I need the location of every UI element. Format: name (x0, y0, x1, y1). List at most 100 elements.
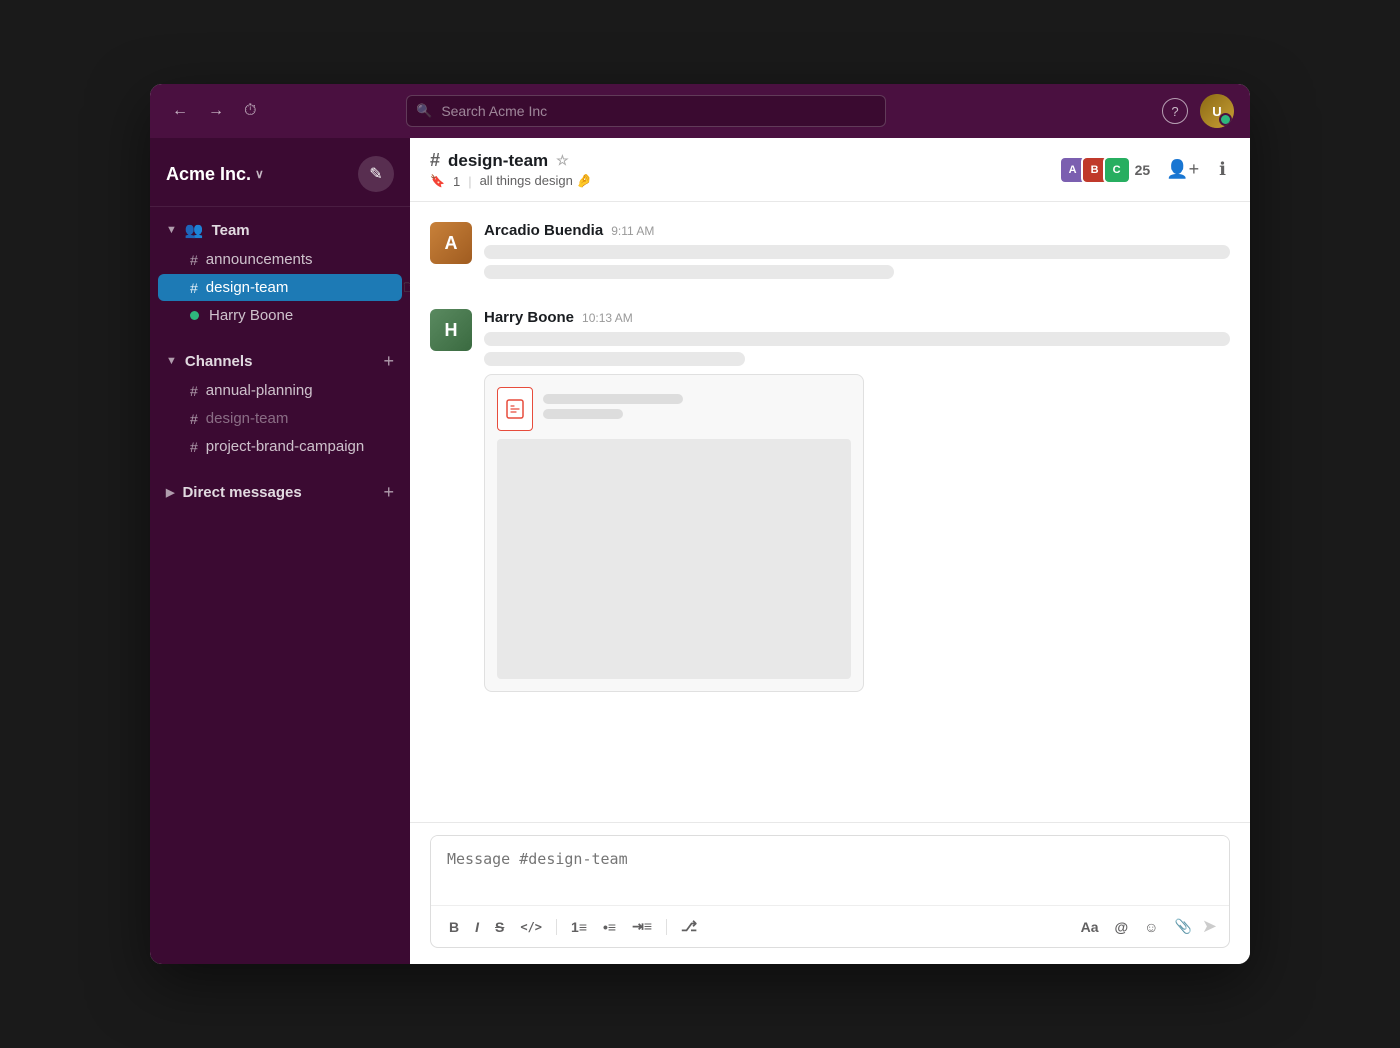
channel-name-annual: annual-planning (206, 382, 313, 399)
hash-icon-design2: # (190, 411, 198, 427)
sidebar-item-announcements[interactable]: # announcements (158, 246, 402, 273)
add-dm-button[interactable]: + (383, 483, 394, 501)
team-label: Team (212, 222, 250, 239)
channel-header-right: A B C 25 👤+ ℹ (1059, 155, 1230, 184)
channel-info-button[interactable]: ℹ (1215, 155, 1230, 184)
message-input-box: B I S </> 1≡ •≡ ⇥≡ ⎇ Aa @ ☺ (430, 835, 1230, 948)
channel-star-icon[interactable]: ☆ (556, 152, 569, 169)
sidebar-header: Acme Inc. ∨ ✎ (150, 138, 410, 207)
hash-icon-design: # (190, 280, 198, 296)
team-section-title: ▼ 👥 Team (166, 221, 250, 239)
channel-name-announcements: announcements (206, 251, 313, 268)
font-size-button[interactable]: Aa (1075, 915, 1105, 939)
code-button[interactable]: </> (514, 916, 548, 938)
harry-line-1 (484, 332, 1230, 346)
sidebar-item-annual-planning[interactable]: # annual-planning (158, 377, 402, 404)
dm-label: Direct messages (182, 484, 301, 501)
channels-section-header[interactable]: ▼ Channels + (150, 346, 410, 376)
top-bar: ← → ⏱ 🔍 ? U (150, 84, 1250, 138)
more-button[interactable]: ⎇ (675, 914, 703, 939)
workspace-name[interactable]: Acme Inc. ∨ (166, 164, 264, 185)
back-button[interactable]: ← (166, 98, 194, 124)
dm-section: ▶ Direct messages + (150, 469, 410, 515)
add-member-button[interactable]: 👤+ (1162, 155, 1203, 184)
channel-name-design-team: design-team (206, 279, 289, 296)
arcadio-avatar-face: A (430, 222, 472, 264)
arcadio-line-1 (484, 245, 1230, 259)
member-count: 25 (1135, 162, 1151, 178)
search-icon: 🔍 (416, 103, 432, 119)
history-button[interactable]: ⏱ (238, 98, 262, 124)
main-layout: Acme Inc. ∨ ✎ ▼ 👥 Team # announcemen (150, 138, 1250, 964)
member-avatar-3: C (1103, 156, 1131, 184)
harry-message-header: Harry Boone 10:13 AM (484, 309, 1230, 326)
message-group-harry: H Harry Boone 10:13 AM (430, 309, 1230, 692)
message-input[interactable] (431, 836, 1229, 900)
sidebar-item-project-brand[interactable]: # project-brand-campaign (158, 433, 402, 460)
attachment-preview (497, 439, 851, 679)
attach-button[interactable]: 📎 (1168, 914, 1197, 939)
harry-line-2 (484, 352, 745, 366)
channels-section: ▼ Channels + # annual-planning # design-… (150, 338, 410, 469)
harry-avatar: H (430, 309, 472, 351)
bookmark-count: 1 (453, 174, 460, 189)
online-status-dot (190, 311, 199, 320)
hash-icon-brand: # (190, 439, 198, 455)
attachment-subtitle-line (543, 409, 623, 419)
harry-time: 10:13 AM (582, 311, 633, 325)
sidebar: Acme Inc. ∨ ✎ ▼ 👥 Team # announcemen (150, 138, 410, 964)
channel-name-brand: project-brand-campaign (206, 438, 364, 455)
channels-collapse-icon: ▼ (166, 355, 177, 367)
channel-hash-icon: # (430, 150, 440, 171)
dm-section-header[interactable]: ▶ Direct messages + (150, 477, 410, 507)
indent-button[interactable]: ⇥≡ (626, 914, 658, 939)
attachment-title-line (543, 394, 683, 404)
sidebar-item-harry-boone[interactable]: Harry Boone (158, 302, 402, 329)
dm-section-title: ▶ Direct messages (166, 484, 302, 501)
team-section-header[interactable]: ▼ 👥 Team (150, 215, 410, 245)
top-right: ? U (1162, 94, 1234, 128)
message-input-area: B I S </> 1≡ •≡ ⇥≡ ⎇ Aa @ ☺ (410, 822, 1250, 964)
channel-meta: 🔖 1 | all things design 🤌 (430, 173, 593, 189)
unordered-list-button[interactable]: •≡ (597, 915, 622, 939)
channel-header: # design-team ☆ 🔖 1 | all things design … (410, 138, 1250, 202)
attachment-card[interactable] (484, 374, 864, 692)
help-button[interactable]: ? (1162, 98, 1188, 124)
meta-divider: | (468, 174, 471, 189)
channel-info: # design-team ☆ 🔖 1 | all things design … (430, 150, 593, 189)
channels-section-title: ▼ Channels (166, 353, 252, 370)
mention-button[interactable]: @ (1109, 915, 1135, 939)
nav-buttons: ← → ⏱ (166, 98, 262, 124)
ordered-list-button[interactable]: 1≡ (565, 915, 593, 939)
strikethrough-button[interactable]: S (489, 915, 510, 939)
harry-author: Harry Boone (484, 309, 574, 326)
add-channel-button[interactable]: + (383, 352, 394, 370)
forward-button[interactable]: → (202, 98, 230, 124)
harry-message-content: Harry Boone 10:13 AM (484, 309, 1230, 692)
team-collapse-icon: ▼ (166, 224, 177, 236)
bold-button[interactable]: B (443, 915, 465, 939)
arcadio-message-header: Arcadio Buendia 9:11 AM (484, 222, 1230, 239)
channels-label: Channels (185, 353, 253, 370)
sidebar-item-design-team-ch[interactable]: # design-team (158, 405, 402, 432)
user-avatar[interactable]: U (1200, 94, 1234, 128)
cursor-hand-icon: ☞ (408, 275, 410, 301)
attachment-header (497, 387, 851, 431)
harry-avatar-face: H (430, 309, 472, 351)
arcadio-line-2 (484, 265, 894, 279)
dm-name-harry: Harry Boone (209, 307, 293, 324)
send-button[interactable]: ➤ (1202, 916, 1217, 937)
search-input[interactable] (406, 95, 886, 127)
content-area: # design-team ☆ 🔖 1 | all things design … (410, 138, 1250, 964)
attachment-info (543, 394, 683, 424)
channel-name: design-team (448, 151, 548, 171)
member-avatars: A B C 25 (1059, 156, 1151, 184)
italic-button[interactable]: I (469, 915, 485, 939)
sidebar-item-design-team[interactable]: # design-team ☞ (158, 274, 402, 301)
toolbar-right: Aa @ ☺ 📎 ➤ (1075, 914, 1217, 939)
new-message-button[interactable]: ✎ (358, 156, 394, 192)
workspace-chevron-icon: ∨ (255, 167, 264, 181)
emoji-button[interactable]: ☺ (1138, 915, 1164, 939)
hash-icon-annual: # (190, 383, 198, 399)
pdf-icon (497, 387, 533, 431)
